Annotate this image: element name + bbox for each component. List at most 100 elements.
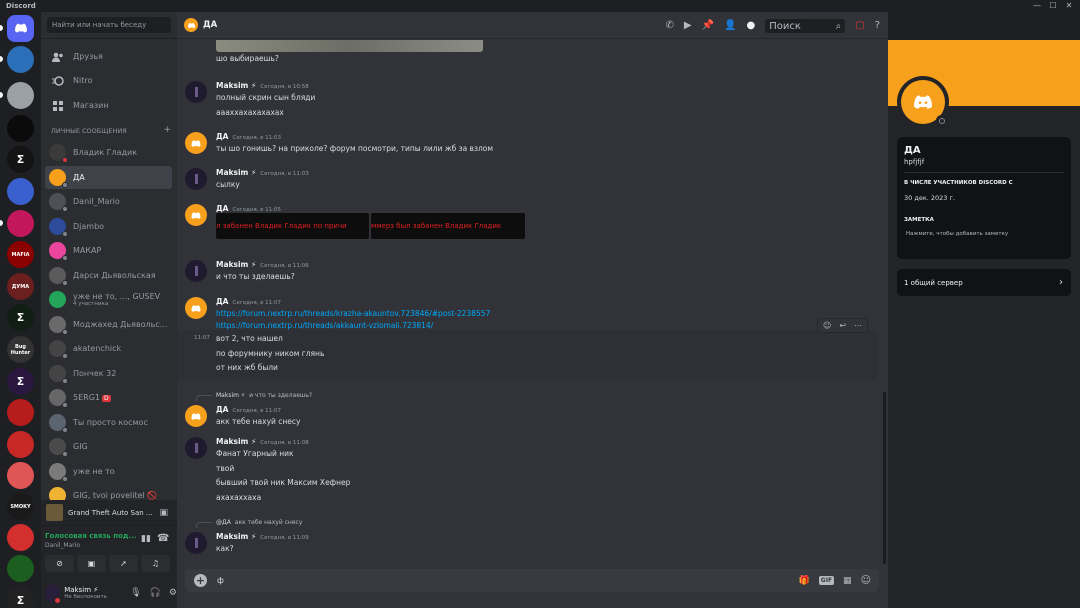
author-avatar[interactable]	[185, 260, 207, 282]
image-attachment[interactable]: ммерз был забанен Владик Гладик	[371, 213, 525, 239]
channel-search-input[interactable]: Поиск ⌕	[765, 18, 846, 33]
author-avatar[interactable]	[185, 532, 207, 554]
server-item[interactable]	[7, 82, 34, 109]
image-attachment[interactable]	[216, 40, 483, 52]
add-attachment-icon[interactable]: +	[194, 574, 207, 587]
dm-item[interactable]: akatenchick	[45, 337, 172, 360]
scrollbar[interactable]	[883, 392, 886, 564]
server-item[interactable]	[7, 115, 34, 142]
server-item[interactable]	[7, 524, 34, 551]
reply-preview[interactable]: @ДА акк тебе нахуй снесу	[216, 519, 302, 526]
signal-icon[interactable]: ▮▮	[141, 534, 151, 544]
nav-shop[interactable]: Магазин	[45, 95, 172, 116]
message-input[interactable]: ф	[217, 576, 799, 585]
message-link[interactable]: https://forum.nextrp.ru/threads/krazha-a…	[216, 309, 490, 318]
disconnect-icon[interactable]: ☎	[157, 533, 169, 544]
server-item[interactable]: Σ	[7, 587, 34, 608]
server-item[interactable]	[7, 46, 34, 73]
author-name[interactable]: Maksim ⚡	[216, 437, 256, 446]
note-input[interactable]: Нажмите, чтобы добавить заметку	[906, 231, 1008, 237]
author-name[interactable]: ДА	[216, 297, 228, 306]
add-friend-icon[interactable]: 👤	[724, 20, 736, 31]
server-item[interactable]	[7, 210, 34, 237]
server-item[interactable]: Σ	[7, 146, 34, 173]
author-name[interactable]: ДА	[216, 405, 228, 414]
server-item[interactable]: MAFIA	[7, 241, 34, 268]
author-name[interactable]: ДА	[216, 204, 228, 213]
dm-item[interactable]: Djambo	[45, 215, 172, 238]
soundboard-button[interactable]: ♫	[141, 555, 170, 572]
dm-item[interactable]: 5ERG1 D	[45, 386, 172, 409]
dm-item[interactable]: Дарси Дьявольская	[45, 264, 172, 287]
server-item[interactable]: ДУМА	[7, 273, 34, 300]
server-item[interactable]: Σ	[7, 368, 34, 395]
dm-item[interactable]: Danil_Mario	[45, 190, 172, 213]
server-item[interactable]: SMOKY	[7, 493, 34, 520]
sticker-icon[interactable]: ▦	[843, 576, 852, 586]
dm-item[interactable]: ДА	[45, 165, 172, 189]
server-item[interactable]	[7, 15, 34, 42]
add-reaction-icon[interactable]: ☺	[823, 321, 831, 330]
activity-button[interactable]: ➚	[109, 555, 138, 572]
dm-item[interactable]: уже не то, ..., GUSEV 4 участника	[45, 288, 172, 311]
author-avatar[interactable]	[185, 297, 207, 319]
settings-icon[interactable]: ⚙	[169, 588, 177, 598]
author-name[interactable]: Maksim ⚡	[216, 168, 256, 177]
gif-icon[interactable]: GIF	[818, 576, 835, 585]
message-link[interactable]: https://forum.nextrp.ru/threads/akkaunt-…	[216, 321, 433, 330]
nav-nitro[interactable]: Nitro	[45, 70, 172, 91]
author-avatar[interactable]	[185, 437, 207, 459]
more-icon[interactable]: ⋯	[854, 321, 862, 330]
server-item[interactable]	[7, 431, 34, 458]
mutual-servers-button[interactable]: 1 общий сервер ›	[897, 269, 1071, 296]
minimize-button[interactable]: —	[1030, 0, 1044, 12]
dm-item[interactable]: Пончек 32	[45, 362, 172, 385]
reply-icon[interactable]: ↩	[839, 321, 846, 330]
author-name[interactable]: Maksim ⚡	[216, 260, 256, 269]
activity-panel[interactable]: Grand Theft Auto San ... ▣	[41, 500, 177, 525]
profile-avatar[interactable]	[897, 76, 949, 128]
author-avatar[interactable]	[185, 204, 207, 226]
dm-search-input[interactable]: Найти или начать беседу	[47, 17, 171, 33]
dm-item[interactable]: Моджахед Дьявольс...	[45, 313, 172, 336]
call-icon[interactable]: ✆	[666, 20, 674, 31]
user-avatar[interactable]	[45, 583, 62, 604]
server-item[interactable]	[7, 555, 34, 582]
author-name[interactable]: Maksim ⚡	[216, 81, 256, 90]
stream-icon[interactable]: ▣	[159, 508, 168, 518]
emoji-icon[interactable]: ☺	[861, 575, 871, 586]
author-avatar[interactable]	[185, 168, 207, 190]
camera-off-button[interactable]: ⊘	[45, 555, 74, 572]
server-item[interactable]: Bug Hunter	[7, 336, 34, 363]
server-item[interactable]: Σ	[7, 304, 34, 331]
reply-preview[interactable]: Maksim ⚡ и что ты зделаешь?	[216, 392, 312, 399]
mic-icon[interactable]: 🎙	[130, 588, 141, 598]
close-button[interactable]: ✕	[1062, 0, 1076, 12]
voice-channel[interactable]: Danil_Mario	[45, 542, 80, 549]
dm-item[interactable]: GIG	[45, 435, 172, 458]
gift-icon[interactable]: 🎁	[799, 576, 810, 586]
author-avatar[interactable]	[185, 132, 207, 154]
author-avatar[interactable]	[185, 81, 207, 103]
pin-icon[interactable]: 📌	[702, 20, 714, 31]
image-attachment[interactable]: л забанен Владик Гладик по причи	[216, 213, 369, 239]
dm-item[interactable]: МАКАР	[45, 239, 172, 262]
nav-friends[interactable]: Друзья	[45, 46, 172, 67]
create-dm-button[interactable]: +	[163, 125, 171, 135]
profile-icon[interactable]: ●	[747, 20, 756, 31]
maximize-button[interactable]: ☐	[1046, 0, 1060, 12]
author-avatar[interactable]	[185, 405, 207, 427]
dm-item[interactable]: Владик Гладик	[45, 141, 172, 164]
author-name[interactable]: ДА	[216, 132, 228, 141]
video-icon[interactable]: ▶	[684, 20, 692, 31]
server-item[interactable]	[7, 462, 34, 489]
server-item[interactable]	[7, 178, 34, 205]
screenshare-button[interactable]: ▣	[77, 555, 106, 572]
dm-item[interactable]: уже не то	[45, 460, 172, 483]
headphones-icon[interactable]: 🎧	[150, 588, 161, 598]
server-item[interactable]	[7, 399, 34, 426]
dm-item[interactable]: Ты просто космос	[45, 411, 172, 434]
help-icon[interactable]: ?	[875, 20, 880, 31]
author-name[interactable]: Maksim ⚡	[216, 532, 256, 541]
inbox-icon[interactable]: ▢	[855, 20, 864, 31]
